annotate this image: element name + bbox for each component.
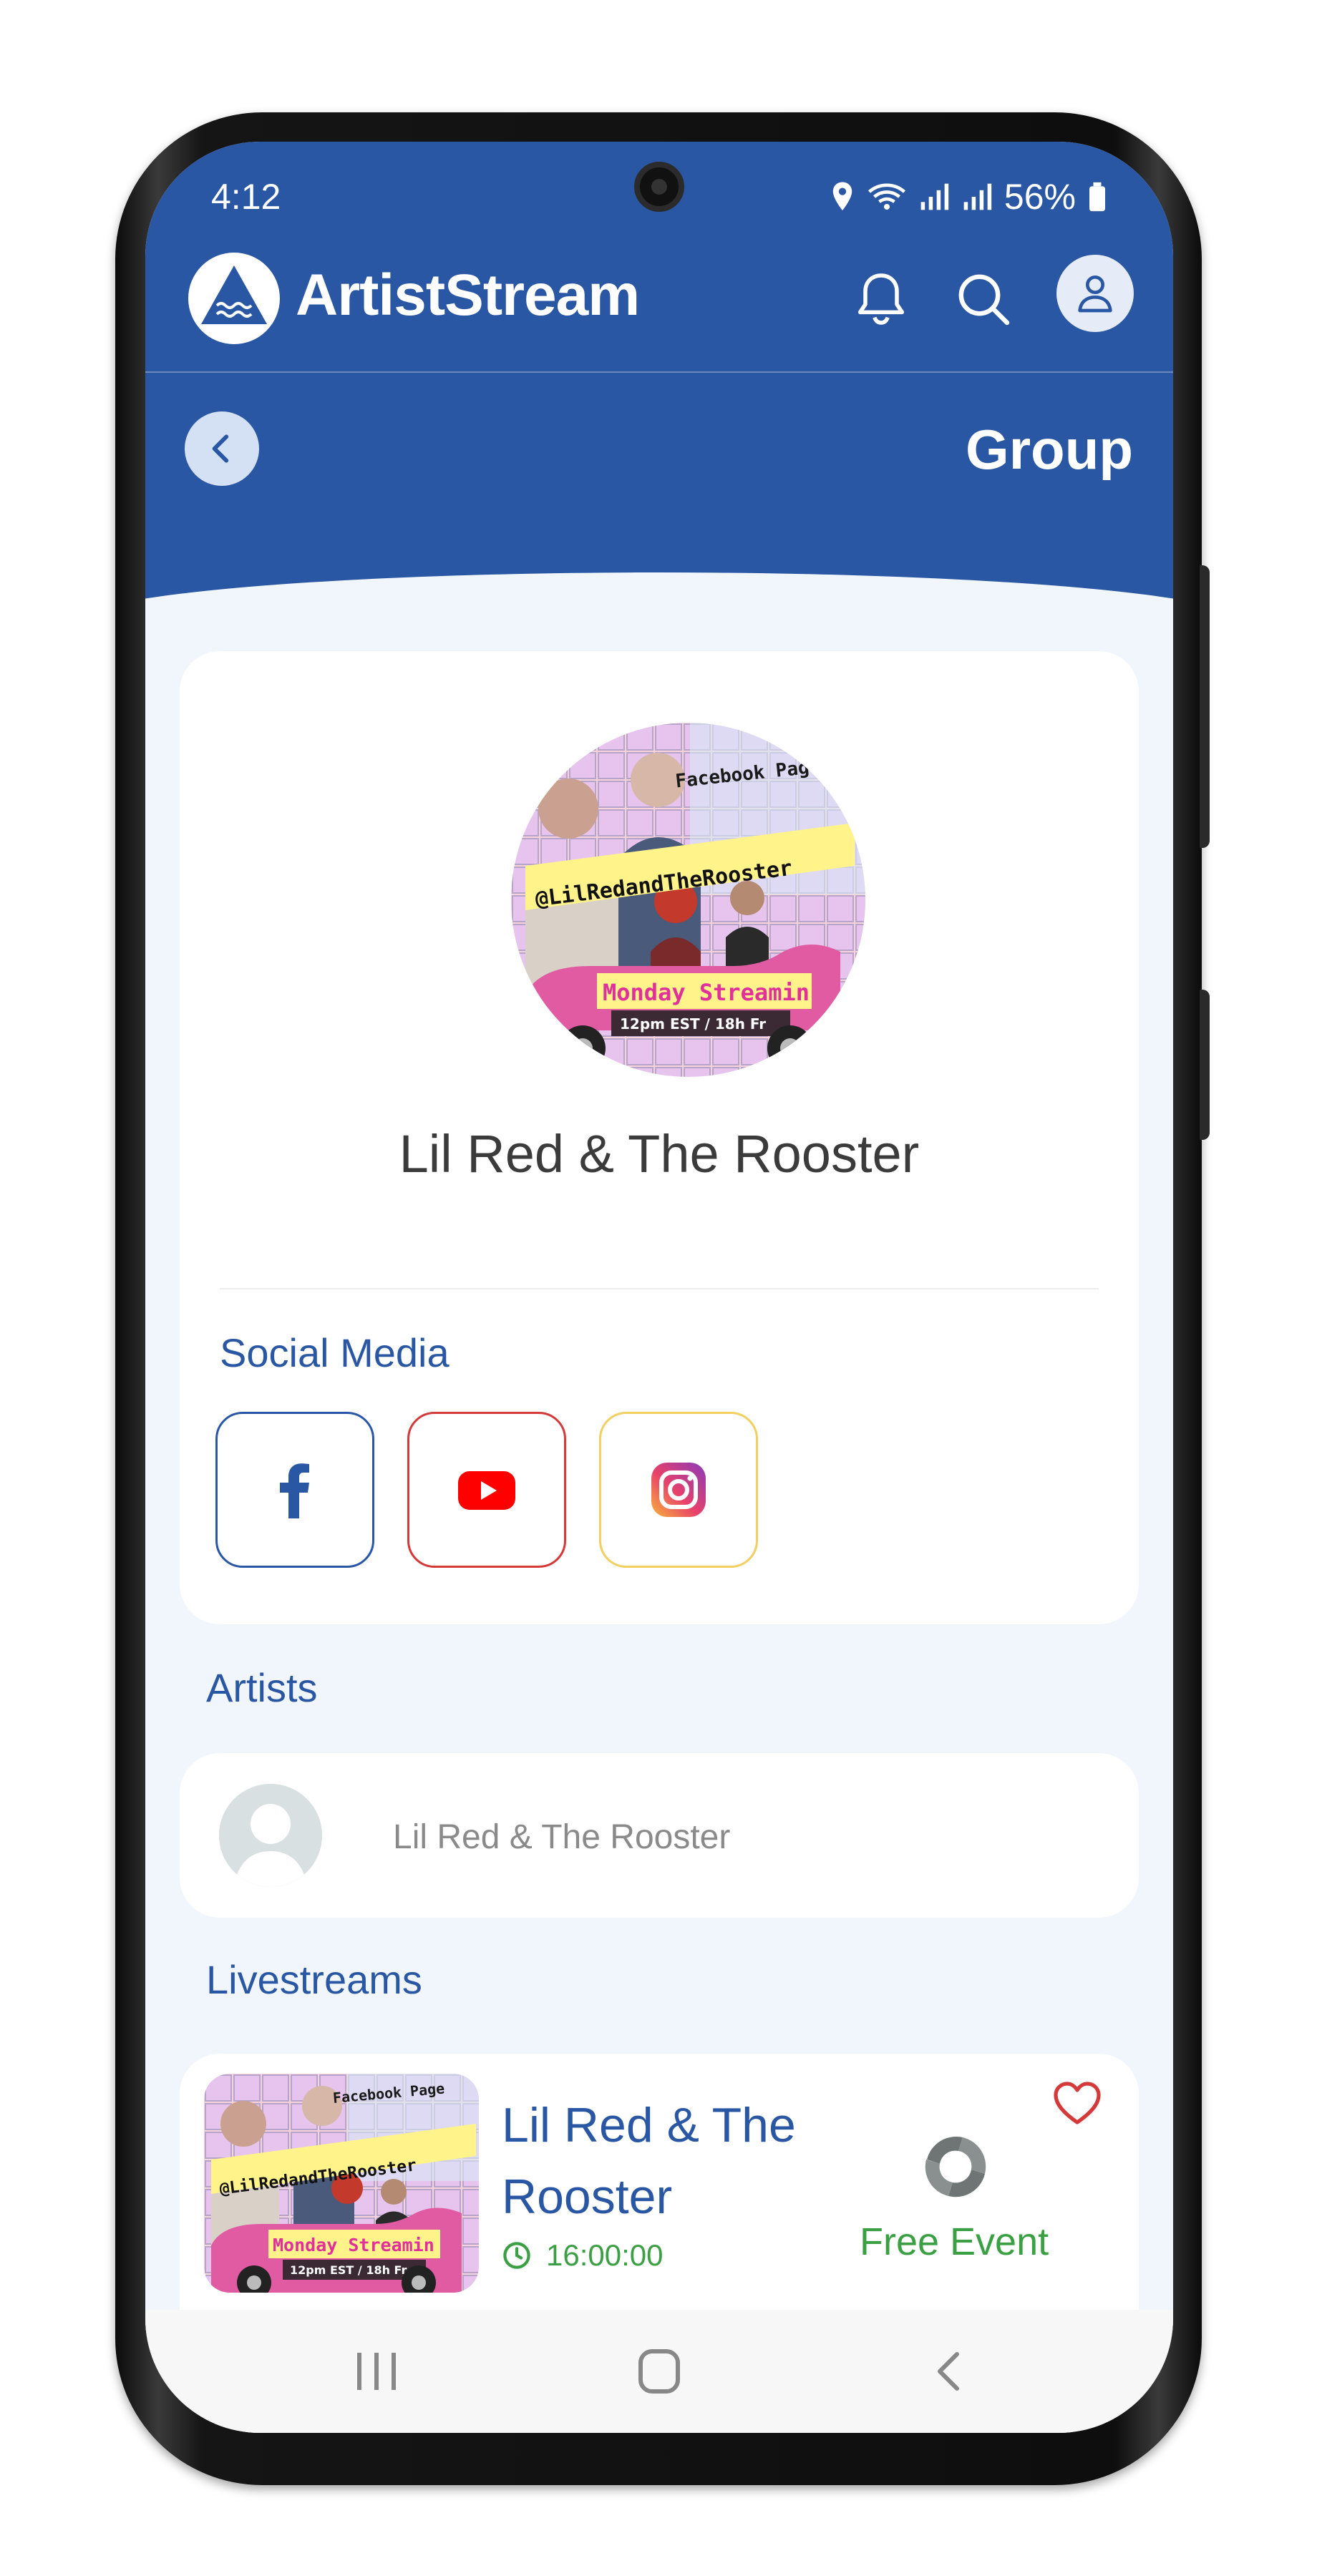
livestream-title: Lil Red & The Rooster bbox=[502, 2098, 796, 2224]
page-title: Group bbox=[966, 418, 1133, 481]
notifications-button[interactable] bbox=[842, 260, 920, 338]
signal-icon-1 bbox=[920, 183, 949, 210]
logo-icon bbox=[201, 265, 267, 324]
livestreams-heading: Livestreams bbox=[206, 1957, 422, 2002]
instagram-button[interactable] bbox=[599, 1412, 758, 1568]
thumb-schedule: 12pm EST / 18h Fr bbox=[290, 2263, 407, 2277]
search-button[interactable] bbox=[944, 260, 1023, 338]
livestream-time-text: 16:00:00 bbox=[546, 2238, 664, 2272]
home-button[interactable] bbox=[631, 2347, 688, 2396]
wifi-icon bbox=[868, 183, 905, 210]
facebook-icon bbox=[280, 1463, 309, 1518]
app-name: ArtistStream bbox=[296, 263, 640, 328]
group-avatar: @LilRedandTheRooster Facebook Page Monda… bbox=[511, 723, 865, 1077]
status-icons: 56% bbox=[830, 176, 1107, 218]
volume-button bbox=[1200, 990, 1210, 1140]
front-camera bbox=[634, 162, 684, 212]
youtube-icon bbox=[458, 1471, 515, 1510]
livestream-price: Free Event bbox=[860, 2220, 1049, 2263]
card-divider bbox=[220, 1288, 1099, 1289]
thumb-banner: Monday Streamin bbox=[273, 2235, 434, 2255]
livestream-card[interactable]: @LilRedandTheRooster Facebook Page Monda… bbox=[180, 2054, 1139, 2340]
group-profile-card: @LilRedandTheRooster Facebook Page Monda… bbox=[180, 651, 1139, 1624]
app-logo[interactable] bbox=[188, 253, 280, 344]
bell-icon bbox=[857, 273, 905, 325]
power-button bbox=[1200, 565, 1210, 848]
group-name: Lil Red & The Rooster bbox=[399, 1124, 920, 1184]
facebook-button[interactable] bbox=[215, 1412, 374, 1568]
search-icon bbox=[958, 274, 1010, 326]
profile-button[interactable] bbox=[1056, 255, 1134, 332]
chevron-left-icon bbox=[212, 434, 229, 463]
artist-name: Lil Red & The Rooster bbox=[393, 1818, 731, 1856]
social-media-heading: Social Media bbox=[220, 1330, 449, 1375]
app-screen: 4:12 56% ArtistStream Group @LilRedandTh… bbox=[145, 142, 1173, 2433]
default-avatar-icon bbox=[219, 1784, 322, 1887]
recent-apps-button[interactable] bbox=[349, 2347, 406, 2396]
youtube-button[interactable] bbox=[407, 1412, 566, 1568]
system-navigation-bar bbox=[145, 2310, 1173, 2433]
poster-schedule: 12pm EST / 18h Fr bbox=[620, 1015, 766, 1033]
loading-spinner-icon bbox=[925, 2136, 986, 2197]
status-time: 4:12 bbox=[211, 177, 281, 217]
artist-list-item[interactable]: Lil Red & The Rooster bbox=[180, 1753, 1139, 1918]
social-links bbox=[215, 1412, 758, 1568]
poster-banner: Monday Streamin bbox=[603, 979, 810, 1006]
favorite-heart-icon[interactable] bbox=[1053, 2081, 1102, 2127]
group-poster-image: @LilRedandTheRooster Facebook Page Monda… bbox=[511, 723, 865, 1077]
system-back-button[interactable] bbox=[921, 2347, 978, 2396]
stream-poster-image: @LilRedandTheRooster Facebook Page Monda… bbox=[204, 2074, 479, 2293]
back-button[interactable] bbox=[185, 411, 259, 486]
signal-icon-2 bbox=[963, 183, 992, 210]
livestream-time: 16:00:00 bbox=[502, 2238, 664, 2273]
app-bar: ArtistStream bbox=[145, 249, 1173, 349]
artists-heading: Artists bbox=[206, 1665, 318, 1710]
instagram-icon bbox=[651, 1463, 706, 1517]
battery-icon bbox=[1089, 182, 1105, 212]
clock-icon bbox=[503, 2242, 530, 2269]
battery-percent: 56% bbox=[1003, 177, 1076, 217]
user-icon bbox=[1078, 275, 1112, 313]
header-divider bbox=[145, 371, 1173, 373]
location-icon bbox=[832, 182, 852, 211]
artist-avatar bbox=[219, 1784, 322, 1887]
livestream-thumbnail: @LilRedandTheRooster Facebook Page Monda… bbox=[204, 2074, 479, 2293]
